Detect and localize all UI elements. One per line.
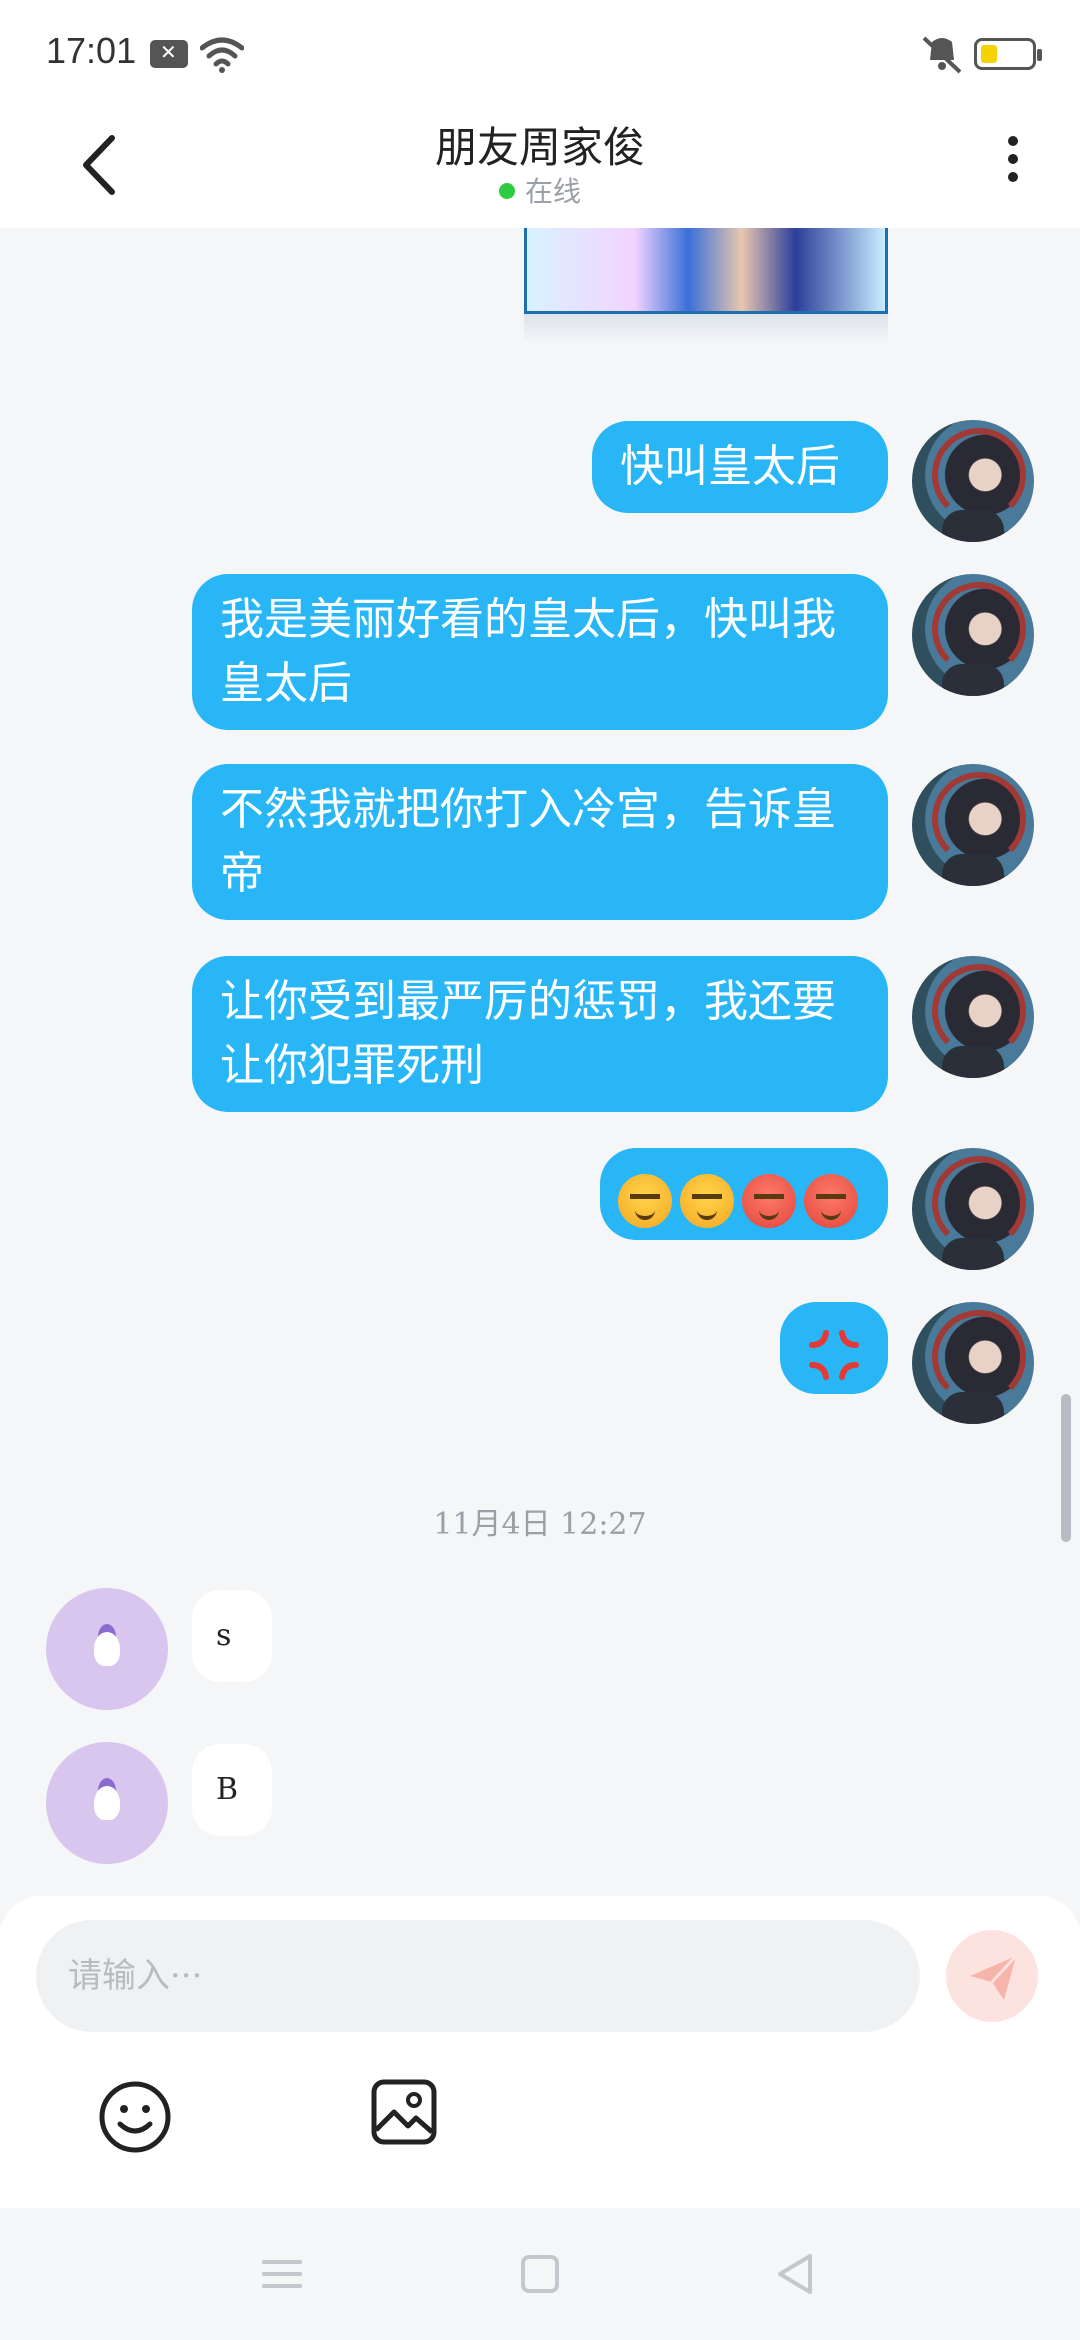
message-bubble-outgoing[interactable]: 我是美丽好看的皇太后，快叫我皇太后 bbox=[192, 574, 888, 730]
send-button[interactable] bbox=[946, 1930, 1038, 2022]
user-avatar[interactable] bbox=[912, 956, 1034, 1078]
scrollbar-thumb[interactable] bbox=[1061, 1394, 1071, 1542]
message-input[interactable] bbox=[36, 1920, 920, 2032]
message-bubble-outgoing[interactable]: 快叫皇太后 bbox=[592, 421, 888, 513]
message-list[interactable]: 快叫皇太后 我是美丽好看的皇太后，快叫我皇太后 不然我就把你打入冷宫，告诉皇帝 … bbox=[0, 228, 1080, 1898]
timestamp: 11月4日 12:27 bbox=[433, 1507, 647, 1542]
contact-name: 朋友周家俊 bbox=[434, 123, 645, 172]
unamused-face-emoji bbox=[618, 1173, 672, 1228]
user-avatar[interactable] bbox=[912, 1302, 1034, 1424]
composer bbox=[0, 1896, 1080, 2208]
contact-avatar[interactable] bbox=[46, 1588, 168, 1710]
vibrate-mute-icon bbox=[922, 36, 962, 74]
anger-symbol-emoji bbox=[809, 1329, 859, 1380]
menu-icon bbox=[262, 2260, 302, 2288]
message-bubble-incoming[interactable]: B bbox=[192, 1744, 272, 1836]
user-avatar[interactable] bbox=[912, 1148, 1034, 1270]
image-icon bbox=[371, 2079, 437, 2145]
online-status-label: 在线 bbox=[524, 175, 581, 208]
home-nav-button[interactable] bbox=[514, 2248, 566, 2300]
angry-face-emoji bbox=[804, 1173, 858, 1228]
image-button[interactable] bbox=[370, 2078, 438, 2146]
user-avatar[interactable] bbox=[912, 574, 1034, 696]
status-time: 17:01 bbox=[46, 30, 137, 71]
image-message[interactable] bbox=[524, 228, 888, 314]
battery-icon bbox=[974, 38, 1042, 70]
online-status: 在线 bbox=[0, 170, 1080, 210]
notification-icon bbox=[150, 40, 188, 68]
angry-face-emoji bbox=[742, 1173, 796, 1228]
status-bar: 17:01 bbox=[0, 0, 1080, 108]
more-options-button[interactable] bbox=[998, 128, 1028, 202]
image-message-shadow bbox=[524, 314, 888, 344]
system-nav-bar bbox=[0, 2208, 1080, 2340]
home-icon bbox=[521, 2255, 559, 2293]
message-bubble-emoji[interactable] bbox=[780, 1302, 888, 1394]
chat-header: 朋友周家俊 在线 bbox=[0, 108, 1080, 228]
message-bubble-incoming[interactable]: s bbox=[192, 1590, 272, 1682]
back-triangle-icon bbox=[778, 2254, 812, 2294]
contact-avatar[interactable] bbox=[46, 1742, 168, 1864]
menu-nav-button[interactable] bbox=[256, 2248, 308, 2300]
online-dot bbox=[498, 183, 515, 199]
message-bubble-outgoing[interactable]: 不然我就把你打入冷宫，告诉皇帝 bbox=[192, 764, 888, 920]
user-avatar[interactable] bbox=[912, 764, 1034, 886]
back-nav-button[interactable] bbox=[770, 2248, 822, 2300]
unamused-face-emoji bbox=[680, 1173, 734, 1228]
paper-plane-icon bbox=[970, 1954, 1018, 2000]
wifi-icon bbox=[200, 37, 244, 73]
message-bubble-outgoing[interactable]: 让你受到最严厉的惩罚，我还要让你犯罪死刑 bbox=[192, 956, 888, 1112]
message-bubble-emoji[interactable] bbox=[600, 1148, 888, 1240]
smiley-icon bbox=[99, 2081, 171, 2153]
user-avatar[interactable] bbox=[912, 420, 1034, 542]
emoji-button[interactable] bbox=[96, 2078, 174, 2156]
